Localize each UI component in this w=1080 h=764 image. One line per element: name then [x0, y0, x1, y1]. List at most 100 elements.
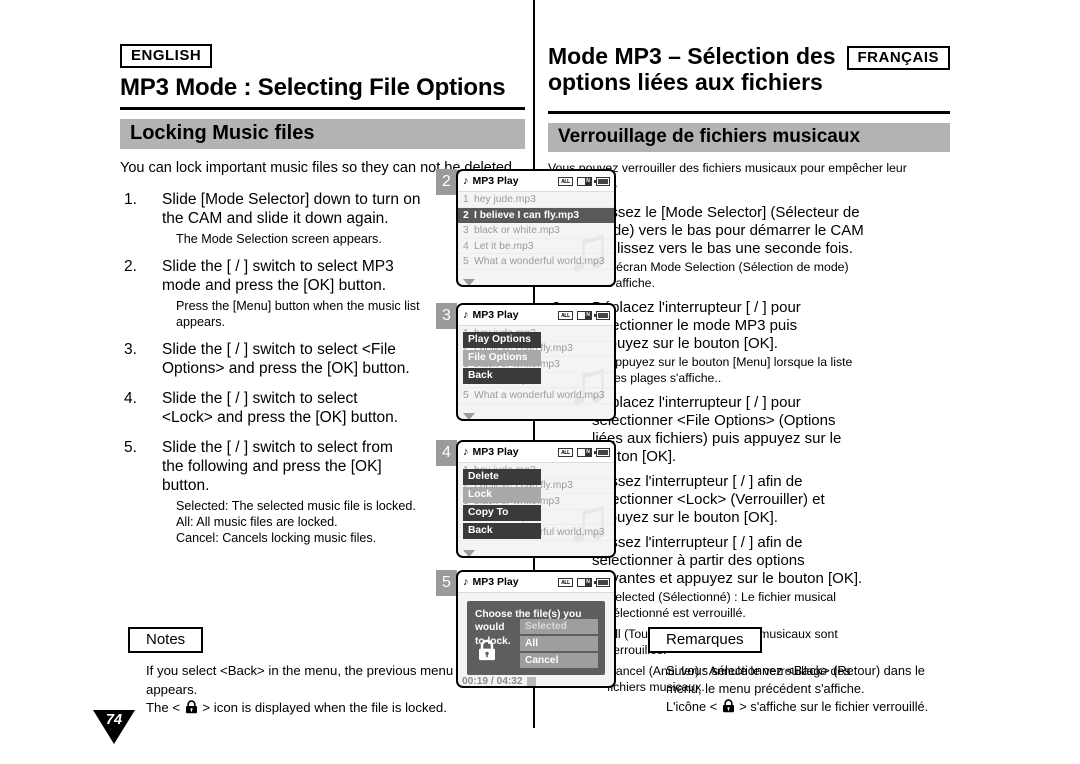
display-mode-icon: N	[577, 310, 592, 320]
page-title-english: MP3 Mode : Selecting File Options	[120, 74, 506, 102]
display-mode-label: N	[585, 311, 591, 319]
lcd-title: MP3 Play	[472, 446, 519, 458]
step-line: Glissez le [Mode Selector] (Sélecteur de	[592, 203, 860, 221]
track-name: hey jude.mp3	[474, 193, 536, 205]
music-note-icon: ♪	[463, 309, 469, 321]
repeat-all-icon: ALL	[558, 577, 573, 587]
page-number: 74	[105, 712, 123, 728]
track-item[interactable]: 3 black or white.mp3	[458, 223, 614, 239]
notes-lock-suffix: > s'affiche sur le fichier verrouillé.	[735, 699, 929, 715]
music-note-icon: ♪	[463, 576, 469, 588]
menu-item-file-options[interactable]: File Options	[463, 350, 541, 366]
context-menu: Delete Lock Copy To Back	[463, 469, 541, 541]
menu-item-play-options[interactable]: Play Options	[463, 332, 541, 348]
battery-icon	[594, 176, 610, 186]
track-name: What a wonderful world.mp3	[474, 390, 605, 402]
repeat-all-icon: ALL	[558, 310, 573, 320]
step-line: mode) vers le bas pour démarrer le CAM	[592, 221, 864, 239]
track-number: 2	[463, 209, 469, 221]
lcd-title: MP3 Play	[472, 576, 519, 588]
dialog-option-cancel[interactable]: Cancel	[520, 653, 598, 668]
lock-icon	[185, 700, 198, 720]
menu-item-back[interactable]: Back	[463, 523, 541, 539]
step-subline: Appuyez sur le bouton [Menu] lorsque la …	[607, 354, 853, 369]
notes-line: appears.	[146, 681, 198, 697]
lcd-status-icons: ALL N	[558, 577, 610, 587]
step-number: 1.	[124, 191, 137, 209]
step-line: appuyez sur le bouton [OK].	[592, 334, 778, 352]
battery-icon	[594, 447, 610, 457]
step-line: Déplacez l'interrupteur [ / ] pour	[592, 298, 801, 316]
scroll-down-icon[interactable]	[463, 413, 475, 419]
menu-item-delete[interactable]: Delete	[463, 469, 541, 485]
track-number: 5	[463, 390, 469, 402]
step-line: sélectionner le mode MP3 puis	[592, 316, 798, 334]
lcd-body: ♫ 1hey jude.mp3 2I believe I can fly.mp3…	[458, 326, 614, 419]
language-tag-french: FRANÇAIS	[846, 46, 950, 71]
step-badge: 5	[436, 570, 457, 596]
lcd-screen: ♪ MP3 Play ALL N 00:19 / 04:32 Choose th…	[456, 570, 616, 688]
step-subline: Selected (Sélectionné) : Le fichier musi…	[607, 589, 836, 604]
lcd-screen: ♪ MP3 Play ALL N ♫ 1hey jude.mp3 2I beli…	[456, 303, 616, 421]
playback-time-text: 00:19 / 04:32	[462, 676, 523, 687]
notes-line: If you select <Back> in the menu, the pr…	[146, 663, 454, 678]
step-number: 5.	[124, 438, 137, 456]
menu-item-copy-to[interactable]: Copy To	[463, 505, 541, 521]
repeat-all-icon: ALL	[558, 447, 573, 457]
step-subline: sélectionné est verrouillé.	[607, 605, 746, 620]
music-note-icon: ♪	[463, 446, 469, 458]
lock-icon	[722, 699, 735, 718]
step-text: Glissez l'interrupteur [ / ] afin de sél…	[592, 534, 950, 588]
track-item-selected[interactable]: 2 I believe I can fly.mp3	[458, 207, 614, 224]
track-number: 3	[463, 224, 469, 236]
track-number: 5	[463, 256, 469, 268]
lcd-title: MP3 Play	[472, 175, 519, 187]
track-item[interactable]: 5 What a wonderful world.mp3	[458, 254, 614, 270]
scroll-down-icon[interactable]	[463, 279, 475, 285]
step-subtext: L'écran Mode Selection (Sélection de mod…	[592, 260, 950, 292]
step-line: Glissez l'interrupteur [ / ] afin de	[592, 533, 803, 551]
display-mode-label: N	[585, 177, 591, 185]
title-rule-english	[120, 107, 525, 111]
lcd-body: ♫ 1hey jude.mp3 2I believe I can fly.mp3…	[458, 463, 614, 556]
track-name: black or white.mp3	[474, 224, 560, 236]
notes-line-lock: L'icône < > s'affiche sur le fichier ver…	[666, 698, 968, 718]
track-number: 4	[463, 240, 469, 252]
notes-body-french: Si vous sélectionnez <Back> (Retour) dan…	[648, 662, 968, 718]
step-text: Glissez l'interrupteur [ / ] afin de sél…	[592, 473, 950, 527]
lcd-screen: ♪ MP3 Play ALL N ♫ 1hey jude.mp3 2I beli…	[456, 440, 616, 558]
track-item[interactable]: 1 hey jude.mp3	[458, 192, 614, 208]
track-item[interactable]: 5 What a wonderful world.mp3	[458, 388, 614, 404]
scroll-down-icon[interactable]	[463, 550, 475, 556]
notes-body-english: If you select <Back> in the menu, the pr…	[128, 662, 468, 720]
menu-item-lock[interactable]: Lock	[463, 487, 541, 503]
section-title-french: Verrouillage de fichiers musicaux	[548, 123, 950, 152]
step-line: Déplacez l'interrupteur [ / ] pour	[592, 393, 801, 411]
step-line: et glissez vers le bas une seconde fois.	[592, 239, 853, 257]
display-mode-icon: N	[577, 176, 592, 186]
menu-item-back[interactable]: Back	[463, 368, 541, 384]
lcd-title: MP3 Play	[472, 309, 519, 321]
lcd-status-icons: ALL N	[558, 176, 610, 186]
notes-label-english: Notes	[128, 627, 206, 655]
dialog-option-selected[interactable]: Selected	[520, 619, 598, 634]
track-item[interactable]: 4 Let it be.mp3	[458, 239, 614, 255]
display-mode-icon: N	[577, 447, 592, 457]
step-number: 2.	[124, 258, 137, 276]
step-line: suivantes et appuyez sur le bouton [OK].	[592, 569, 863, 587]
step-number: 4.	[124, 390, 137, 408]
lcd-header: ♪ MP3 Play ALL N	[458, 572, 614, 593]
step-line: sélectionner <Lock> (Verrouiller) et	[592, 490, 825, 508]
display-mode-label: N	[585, 578, 591, 586]
dialog-option-all[interactable]: All	[520, 636, 598, 651]
step-line: sélectionner <File Options> (Options	[592, 411, 836, 429]
lcd-status-icons: ALL N	[558, 310, 610, 320]
step-subtext: Appuyez sur le bouton [Menu] lorsque la …	[592, 355, 950, 387]
playback-time: 00:19 / 04:32	[462, 676, 536, 687]
step-line: Glissez l'interrupteur [ / ] afin de	[592, 472, 803, 490]
track-number: 1	[463, 193, 469, 205]
language-tag-english: ENGLISH	[120, 44, 213, 69]
title-line: Mode MP3 – Sélection des	[548, 43, 836, 69]
lcd-body: 00:19 / 04:32 Choose the file(s) you wou…	[458, 593, 614, 687]
notes-line: Si vous sélectionnez <Back> (Retour) dan…	[666, 663, 925, 678]
